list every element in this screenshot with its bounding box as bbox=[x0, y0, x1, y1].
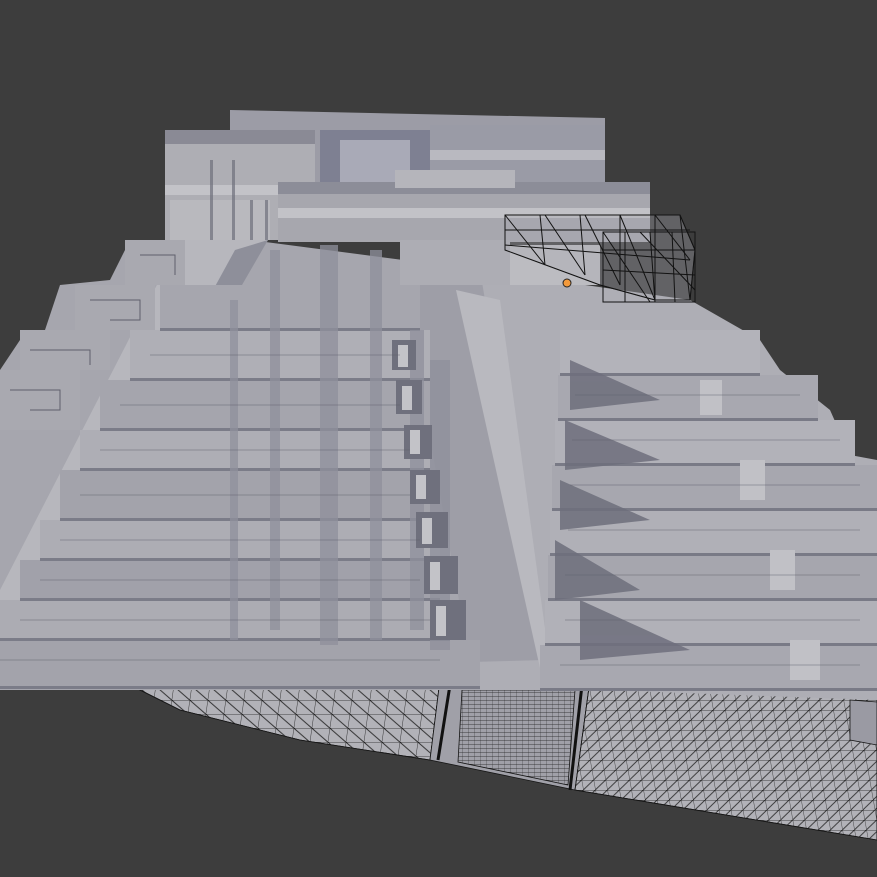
object-origin-point bbox=[562, 278, 572, 288]
3d-viewport[interactable] bbox=[0, 0, 877, 877]
scene-render bbox=[0, 0, 877, 877]
